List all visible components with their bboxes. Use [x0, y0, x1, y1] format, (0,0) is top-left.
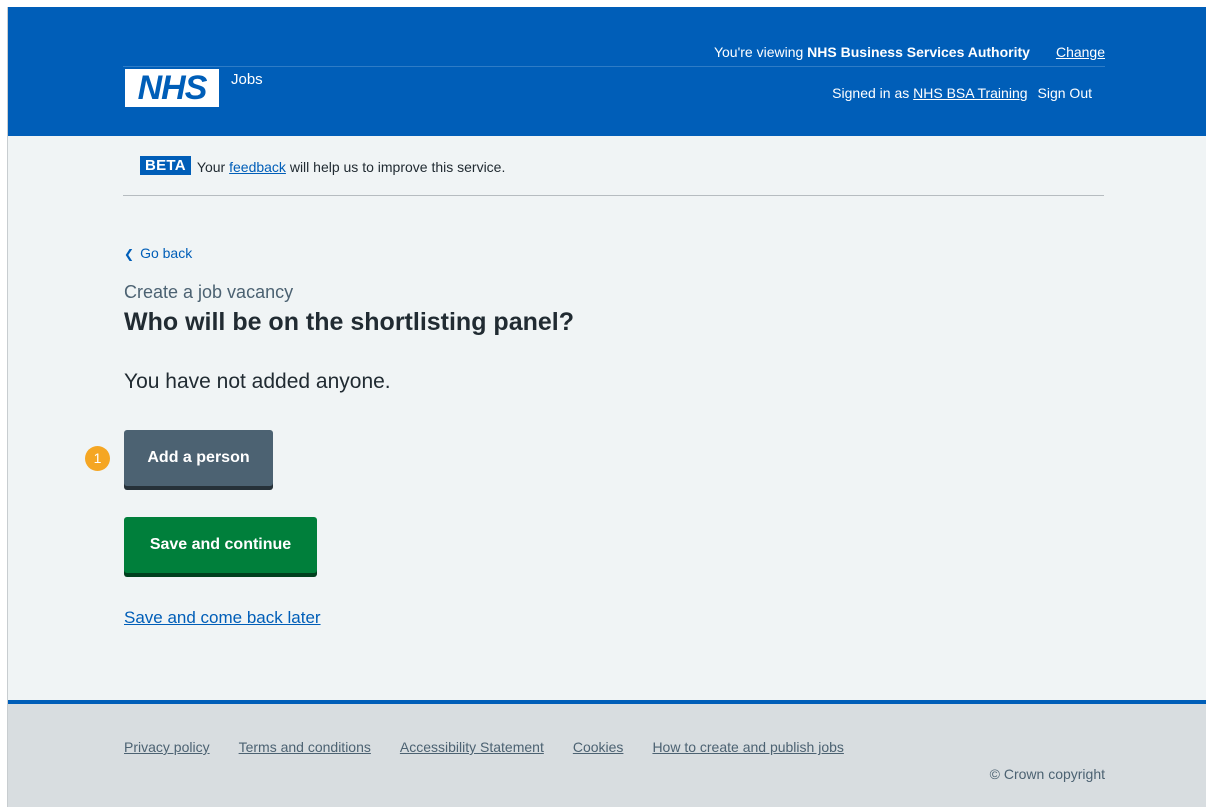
service-name: Jobs: [231, 70, 263, 88]
beta-text-before: Your: [196, 159, 230, 175]
user-row: Signed in as NHS BSA Training Sign Out: [832, 85, 1092, 101]
add-person-button[interactable]: Add a person: [124, 430, 273, 486]
site-header: You're viewing NHS Business Services Aut…: [8, 7, 1206, 136]
footer-link-terms[interactable]: Terms and conditions: [239, 739, 371, 755]
go-back-link[interactable]: ❮ Go back: [124, 245, 192, 261]
copyright: © Crown copyright: [989, 766, 1105, 782]
save-and-continue-button[interactable]: Save and continue: [124, 517, 317, 573]
go-back-label: Go back: [140, 245, 193, 261]
empty-panel-text: You have not added anyone.: [124, 370, 391, 393]
sign-out-link[interactable]: Sign Out: [1038, 85, 1092, 101]
nhs-logo: NHS: [125, 69, 219, 107]
footer-link-privacy-policy[interactable]: Privacy policy: [124, 739, 210, 755]
footer-link-accessibility[interactable]: Accessibility Statement: [400, 739, 544, 755]
change-organisation-link[interactable]: Change: [1056, 44, 1105, 60]
footer-link-cookies[interactable]: Cookies: [573, 739, 624, 755]
beta-text: Your feedback will help us to improve th…: [197, 159, 505, 175]
chevron-left-icon: ❮: [124, 247, 135, 261]
signed-in-text: Signed in as NHS BSA Training: [832, 85, 1027, 101]
step-marker: 1: [85, 446, 110, 471]
page-title: Who will be on the shortlisting panel?: [124, 308, 574, 336]
footer-link-how-to-create-jobs[interactable]: How to create and publish jobs: [652, 739, 843, 755]
signed-in-prefix: Signed in as: [832, 85, 914, 101]
page-frame: You're viewing NHS Business Services Aut…: [7, 7, 1206, 807]
viewing-organisation: You're viewing NHS Business Services Aut…: [714, 44, 1030, 60]
viewing-prefix: You're viewing: [713, 43, 808, 60]
feedback-link[interactable]: feedback: [229, 159, 286, 175]
save-and-come-back-later-link[interactable]: Save and come back later: [124, 608, 321, 628]
beta-banner: BETA Your feedback will help us to impro…: [123, 153, 1104, 196]
beta-text-after: will help us to improve this service.: [285, 159, 506, 175]
footer-links: Privacy policy Terms and conditions Acce…: [124, 739, 844, 755]
organisation-row: You're viewing NHS Business Services Aut…: [123, 37, 1105, 67]
user-account-link[interactable]: NHS BSA Training: [913, 85, 1027, 101]
beta-tag: BETA: [140, 156, 191, 175]
organisation-name: NHS Business Services Authority: [807, 43, 1030, 60]
page-caption: Create a job vacancy: [124, 282, 294, 302]
nhs-jobs-logo[interactable]: NHS Jobs: [125, 69, 263, 107]
site-footer: Privacy policy Terms and conditions Acce…: [8, 700, 1206, 807]
